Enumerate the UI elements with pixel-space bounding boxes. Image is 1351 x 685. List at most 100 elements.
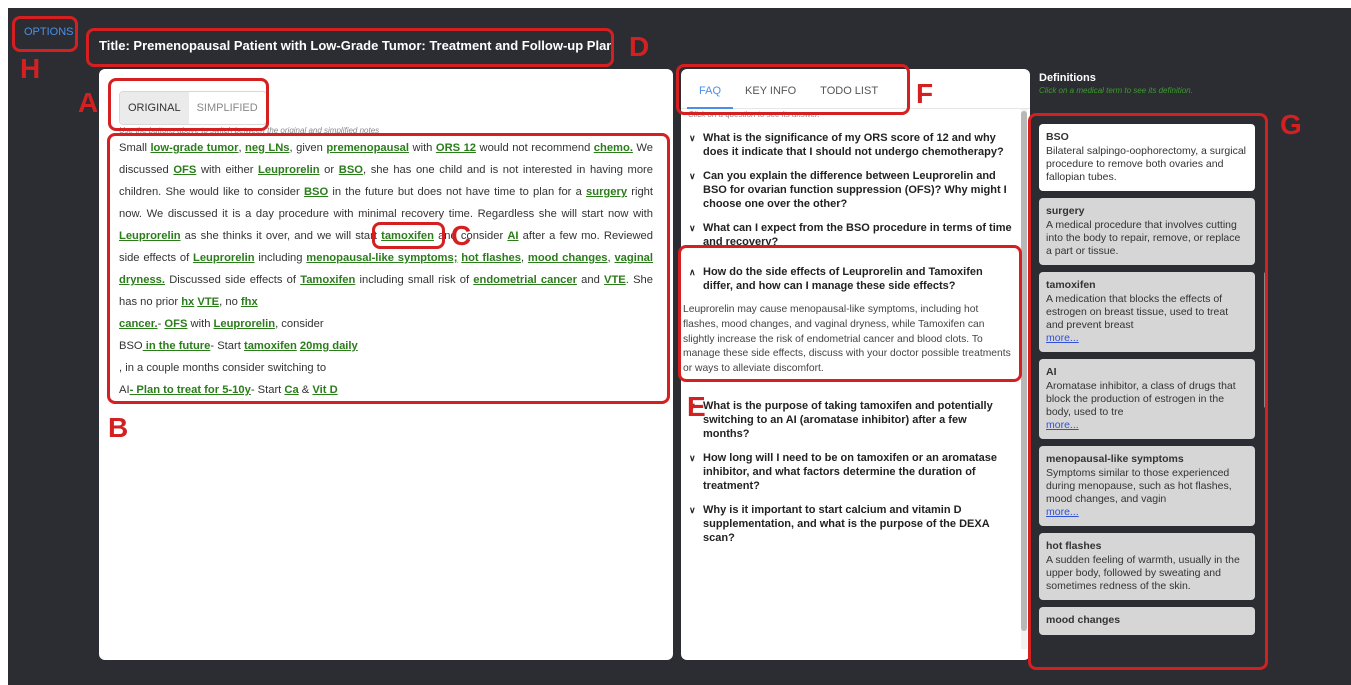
term-link[interactable]: ORS 12 (436, 142, 476, 154)
chevron-down-icon: ∨ (689, 504, 696, 515)
original-button[interactable]: ORIGINAL (120, 92, 189, 124)
term-link[interactable]: OFS (164, 318, 187, 330)
simplified-button[interactable]: SIMPLIFIED (189, 92, 266, 124)
term-link[interactable]: VTE (604, 274, 626, 286)
note-text-segment: including small risk of (355, 274, 474, 286)
term-link[interactable]: OFS (173, 164, 196, 176)
options-button[interactable]: OPTIONS (24, 26, 74, 38)
note-text-segment: , given (289, 142, 327, 154)
term-link[interactable]: 20mg daily (300, 340, 358, 352)
faq-question[interactable]: ∨ Can you explain the difference between … (689, 169, 1014, 211)
faq-question[interactable]: ∨ What can I expect from the BSO procedur… (689, 221, 1014, 249)
definition-card[interactable]: hot flashes A sudden feeling of warmth, u… (1039, 533, 1255, 600)
tab-todo-list[interactable]: TODO LIST (808, 69, 890, 109)
term-link[interactable]: Vit D (312, 384, 337, 396)
term-link[interactable]: Ca (284, 384, 298, 396)
definition-term: surgery (1046, 205, 1085, 217)
faq-question-text: What is the purpose of taking tamoxifen … (703, 399, 993, 440)
note-text-segment: would not recommend (476, 142, 594, 154)
term-link[interactable]: tamoxifen (244, 340, 297, 352)
term-link[interactable]: in the future (143, 340, 211, 352)
faq-question-text: Why is it important to start calcium and… (703, 503, 990, 544)
more-link[interactable]: more... (1046, 332, 1248, 345)
term-link[interactable]: Tamoxifen (300, 274, 355, 286)
toggle-hint: Use the buttons above to switch between … (119, 126, 380, 135)
definition-term: menopausal-like symptoms (1046, 453, 1184, 465)
definition-card[interactable]: menopausal-like symptoms Symptoms similar… (1039, 446, 1255, 526)
note-text-segment: AI (119, 384, 130, 396)
term-link[interactable]: VTE (197, 296, 219, 308)
faq-question[interactable]: ∨ How long will I need to be on tamoxifen… (689, 451, 1014, 493)
term-link[interactable]: hot flashes (461, 252, 521, 264)
note-text-segment: including (254, 252, 307, 264)
term-link[interactable]: neg LNs (245, 142, 290, 154)
term-link[interactable]: mood changes (528, 252, 608, 264)
note-panel: ORIGINAL SIMPLIFIED Use the buttons abov… (99, 69, 673, 660)
chevron-down-icon: ∨ (689, 133, 696, 143)
note-text-segment: in the future but does not have time to … (328, 186, 587, 198)
chevron-up-icon: ∧ (689, 267, 696, 277)
term-link[interactable]: Leuprorelin (193, 252, 255, 264)
term-link[interactable]: BSO (339, 164, 363, 176)
note-text-segment: as she thinks it over, and we will start (180, 230, 382, 242)
annotation-label-h: H (20, 53, 41, 84)
annotation-label-c: C (451, 220, 472, 251)
tab-faq[interactable]: FAQ (687, 69, 734, 109)
chevron-down-icon: ∨ (689, 452, 696, 463)
definition-card[interactable]: AI Aromatase inhibitor, a class of drugs … (1039, 359, 1255, 439)
faq-scrollbar[interactable] (1021, 111, 1027, 631)
more-link[interactable]: more... (1046, 506, 1248, 519)
definition-card[interactable]: mood changes (1039, 607, 1255, 635)
faq-list: ∨ What is the significance of my ORS scor… (683, 131, 1014, 555)
definition-text: Bilateral salpingo-oophorectomy, a surgi… (1046, 145, 1246, 183)
term-link[interactable]: hx (181, 296, 194, 308)
chevron-down-icon: ∨ (689, 171, 696, 181)
note-text-segment: - Start (210, 340, 244, 352)
annotation-label-a: A (78, 87, 99, 118)
term-link[interactable]: Leuprorelin (214, 318, 276, 330)
note-text-segment: with either (196, 164, 259, 176)
term-link[interactable]: Leuprorelin (258, 164, 320, 176)
definition-text: A medical procedure that involves cuttin… (1046, 219, 1241, 257)
chevron-down-icon: ∨ (689, 223, 696, 233)
faq-question[interactable]: ∨ What is the purpose of taking tamoxifen… (689, 399, 1014, 441)
term-link[interactable]: surgery (586, 186, 627, 198)
faq-question[interactable]: ∨ What is the significance of my ORS scor… (689, 131, 1014, 159)
faq-answer: Leuprorelin may cause menopausal-like sy… (683, 304, 1011, 375)
plan-line: BSO in the future- Start tamoxifen 20mg … (119, 335, 653, 357)
tab-key-info[interactable]: KEY INFO (733, 69, 808, 109)
definition-card[interactable]: tamoxifen A medication that blocks the ef… (1039, 272, 1255, 352)
term-link[interactable]: cancer. (119, 318, 158, 330)
more-link[interactable]: more... (1046, 419, 1248, 432)
term-link-tamoxifen[interactable]: tamoxifen (381, 230, 434, 242)
term-link[interactable]: premenopausal (326, 142, 409, 154)
faq-question-text: What can I expect from the BSO procedure… (703, 222, 1012, 248)
faq-question-text: Can you explain the difference between L… (703, 170, 1007, 210)
plan-line: , in a couple months consider switching … (119, 357, 653, 379)
definition-term: tamoxifen (1046, 279, 1096, 291)
term-link[interactable]: menopausal-like symptoms; (306, 252, 457, 264)
definition-term: AI (1046, 366, 1057, 378)
term-link[interactable]: endometrial cancer (473, 274, 577, 286)
page-title: Title: Premenopausal Patient with Low-Gr… (99, 38, 615, 53)
term-link[interactable]: BSO (304, 186, 328, 198)
faq-question[interactable]: ∨ Why is it important to start calcium an… (689, 503, 1014, 545)
definitions-scrollbar[interactable] (1264, 272, 1268, 408)
term-link[interactable]: chemo. (594, 142, 633, 154)
note-text-segment: or (319, 164, 339, 176)
definition-card[interactable]: BSO Bilateral salpingo-oophorectomy, a su… (1039, 124, 1255, 191)
term-link[interactable]: Leuprorelin (119, 230, 181, 242)
term-link[interactable]: AI (507, 230, 518, 242)
view-toggle: ORIGINAL SIMPLIFIED (119, 91, 267, 125)
note-text-segment: Discussed side effects of (165, 274, 301, 286)
definition-text: A sudden feeling of warmth, usually in t… (1046, 554, 1240, 592)
note-text-segment: with (409, 142, 436, 154)
term-link[interactable]: - Plan to treat for 5-10y (130, 384, 251, 396)
definition-text: A medication that blocks the effects of … (1046, 293, 1229, 331)
term-link[interactable]: fhx (241, 296, 258, 308)
note-text-segment: and (576, 274, 605, 286)
faq-question-expanded[interactable]: ∧ How do the side effects of Leuprorelin … (689, 265, 1014, 293)
definition-card[interactable]: surgery A medical procedure that involves… (1039, 198, 1255, 265)
definitions-list: BSO Bilateral salpingo-oophorectomy, a su… (1039, 124, 1255, 660)
term-link[interactable]: low-grade tumor (150, 142, 238, 154)
